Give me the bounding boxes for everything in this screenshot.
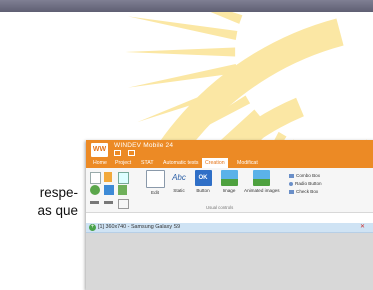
static-label: Static	[173, 188, 185, 193]
radio-button-label: Radio Button	[295, 181, 322, 186]
ribbon-panel: Edit Abc Static OK Button Image Animated…	[86, 168, 373, 213]
animated-images-icon	[252, 170, 270, 186]
button-button[interactable]: OK Button	[192, 170, 214, 193]
close-icon[interactable]: ✕	[360, 224, 365, 231]
small-row-2	[90, 184, 140, 196]
check-box-item[interactable]: Check Box	[289, 188, 322, 196]
sun-ray	[128, 16, 238, 41]
document-title: [1] 360x740 - Samsung Galaxy S9	[98, 224, 181, 230]
windev-logo-icon[interactable]: WW	[91, 143, 108, 157]
chart-icon[interactable]	[118, 185, 127, 195]
tab-home[interactable]: Home	[90, 158, 110, 168]
document-tab[interactable]: + [1] 360x740 - Samsung Galaxy S9 ✕	[86, 223, 373, 233]
sun-ray	[125, 47, 236, 57]
align-icon[interactable]	[118, 199, 129, 209]
windev-window: WW WINDEV Mobile 24 Home Project STAT Au…	[86, 140, 373, 290]
check-box-label: Check Box	[296, 189, 319, 194]
tab-project[interactable]: Project	[112, 158, 134, 168]
tab-creation[interactable]: Creation	[202, 158, 228, 168]
save-icon[interactable]	[114, 150, 121, 156]
title-bar: WW WINDEV Mobile 24	[86, 140, 373, 157]
back-arrow-icon[interactable]	[90, 201, 99, 204]
edit-control-icon	[145, 170, 165, 188]
folder-icon[interactable]	[104, 172, 112, 182]
combo-box-icon	[289, 173, 294, 178]
forward-arrow-icon[interactable]	[104, 201, 113, 204]
edit-label: Edit	[151, 190, 159, 195]
combo-box-item[interactable]: Combo Box	[289, 172, 322, 180]
body-line-2: as que	[37, 203, 78, 218]
top-band	[0, 0, 373, 12]
grid-icon[interactable]	[104, 185, 114, 195]
static-button[interactable]: Abc Static	[168, 170, 190, 193]
edit-button[interactable]: Edit	[144, 170, 166, 195]
body-line-1: respe-	[39, 185, 78, 200]
add-window-icon[interactable]: +	[89, 224, 96, 231]
layout-icon[interactable]	[118, 172, 129, 184]
control-list: Combo Box Radio Button Check Box	[289, 172, 322, 196]
new-window-icon[interactable]	[90, 172, 101, 184]
static-icon: Abc	[172, 173, 186, 182]
small-row-1	[90, 171, 140, 184]
body-text: respe- as que	[0, 184, 78, 220]
usual-controls-label: Usual controls	[206, 205, 234, 210]
tab-stat[interactable]: STAT	[138, 158, 157, 168]
sun-ray	[181, 0, 243, 24]
image-icon	[220, 170, 238, 186]
tab-modification[interactable]: Modificat	[234, 158, 261, 168]
button-icon: OK	[194, 170, 212, 186]
small-row-3	[90, 197, 140, 209]
animated-images-label: Animated images	[244, 188, 280, 193]
radio-button-item[interactable]: Radio Button	[289, 180, 322, 188]
check-box-icon	[289, 189, 294, 194]
animated-images-button[interactable]: Animated images	[244, 170, 280, 193]
image-button[interactable]: Image	[218, 170, 240, 193]
small-controls-group	[90, 171, 140, 211]
component-icon[interactable]	[90, 185, 100, 195]
radio-button-icon	[289, 181, 293, 186]
combo-box-label: Combo Box	[296, 173, 321, 178]
editor-canvas[interactable]	[86, 233, 373, 290]
button-label: Button	[196, 188, 210, 193]
window-title: WINDEV Mobile 24	[114, 142, 174, 149]
ribbon-tabs: Home Project STAT Automatic tests Creati…	[86, 157, 373, 168]
tab-automatic-tests[interactable]: Automatic tests	[160, 158, 201, 168]
image-label: Image	[222, 188, 236, 193]
undo-icon[interactable]	[128, 150, 136, 156]
